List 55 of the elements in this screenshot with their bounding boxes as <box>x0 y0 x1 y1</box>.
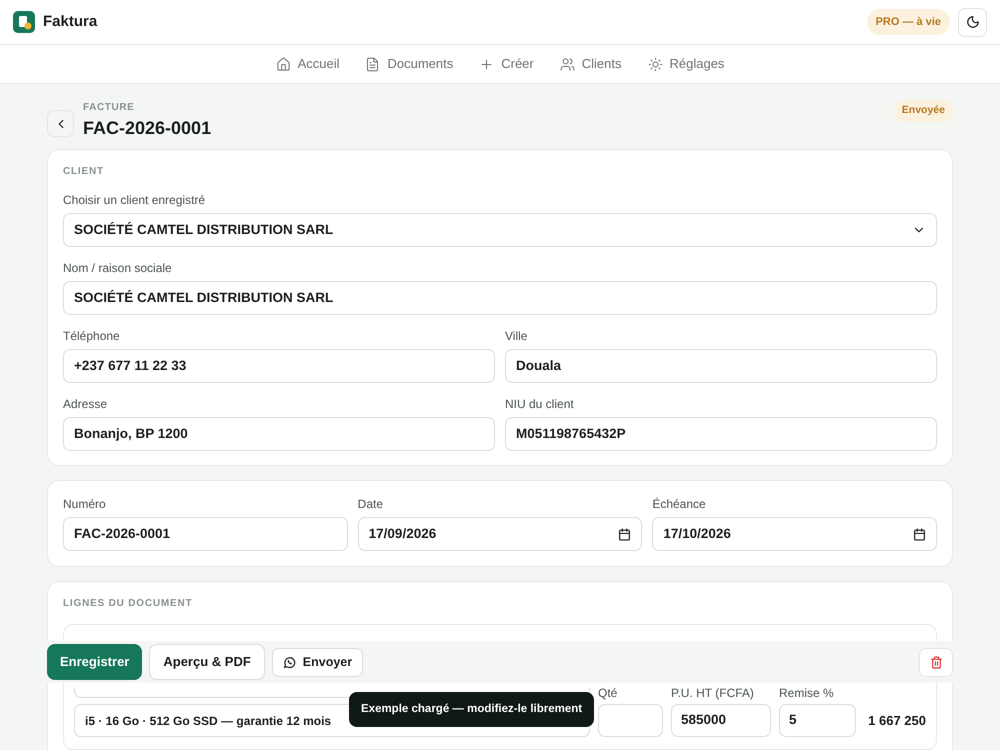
plus-icon <box>479 56 494 72</box>
field-label: Date <box>358 497 384 511</box>
status-badge: Envoyée <box>894 100 953 122</box>
field-label: Nom / raison sociale <box>63 261 173 275</box>
client-select[interactable]: SOCIÉTÉ CAMTEL DISTRIBUTION SARL <box>63 213 937 247</box>
input-field[interactable]: SOCIÉTÉ CAMTEL DISTRIBUTION SARL <box>63 281 937 315</box>
input-field[interactable]: 585000 <box>671 704 771 737</box>
date-field[interactable]: 17/09/2026 <box>358 517 642 551</box>
back-button[interactable] <box>47 110 74 137</box>
moon-icon <box>966 15 980 29</box>
field-label: Téléphone <box>63 329 121 343</box>
save-button[interactable]: Enregistrer <box>47 644 142 680</box>
quantity-field[interactable] <box>598 704 663 737</box>
date-field[interactable]: 17/10/2026 <box>652 517 937 551</box>
input-field[interactable]: Bonanjo, BP 1200 <box>63 417 495 451</box>
input-field[interactable]: +237 677 11 22 33 <box>63 349 495 383</box>
calendar-icon <box>618 528 632 540</box>
document-icon <box>365 56 380 72</box>
nav-tab[interactable]: Créer <box>469 49 544 79</box>
delete-button[interactable] <box>919 648 953 676</box>
nav-tab[interactable]: Documents <box>355 49 464 79</box>
section-heading: LIGNES DU DOCUMENT <box>63 598 194 610</box>
trash-icon <box>930 656 942 668</box>
app-name: Faktura <box>43 12 98 32</box>
logo-icon <box>13 11 35 33</box>
nav-tab[interactable]: Réglages <box>638 49 734 79</box>
input-field[interactable]: FAC-2026-0001 <box>63 517 348 551</box>
theme-toggle-button[interactable] <box>958 8 987 36</box>
calendar-icon <box>912 528 926 540</box>
input-field[interactable]: 5 <box>779 704 856 737</box>
field-label: Ville <box>505 329 528 343</box>
home-icon <box>276 56 291 72</box>
send-button[interactable]: Envoyer <box>272 648 364 676</box>
document-type: FACTURE <box>83 102 136 114</box>
line-total: 1 667 250 <box>867 712 926 730</box>
field-label: Remise % <box>779 685 835 702</box>
field-label: Échéance <box>652 497 707 511</box>
input-field[interactable]: M051198765432P <box>505 417 937 451</box>
whatsapp-icon <box>282 656 296 668</box>
plan-badge: PRO — à vie <box>866 8 950 36</box>
field-label: Choisir un client enregistré <box>63 193 206 207</box>
field-label: NIU du client <box>505 397 575 411</box>
input-field[interactable]: Douala <box>505 349 937 383</box>
field-label: Adresse <box>63 397 108 411</box>
document-number: FAC-2026-0001 <box>83 117 212 139</box>
users-icon <box>560 56 575 72</box>
field-label: Qté <box>598 685 618 702</box>
preview-button[interactable]: Aperçu & PDF <box>149 644 265 680</box>
sun-icon <box>648 56 662 72</box>
field-label: Numéro <box>63 497 107 511</box>
field-label: P.U. HT (FCFA) <box>671 685 755 702</box>
section-heading: CLIENT <box>63 166 105 178</box>
toast: Exemple chargé — modifiez-le librement <box>349 692 594 727</box>
nav-tab[interactable]: Clients <box>550 49 632 79</box>
nav-tab[interactable]: Accueil <box>266 49 350 79</box>
